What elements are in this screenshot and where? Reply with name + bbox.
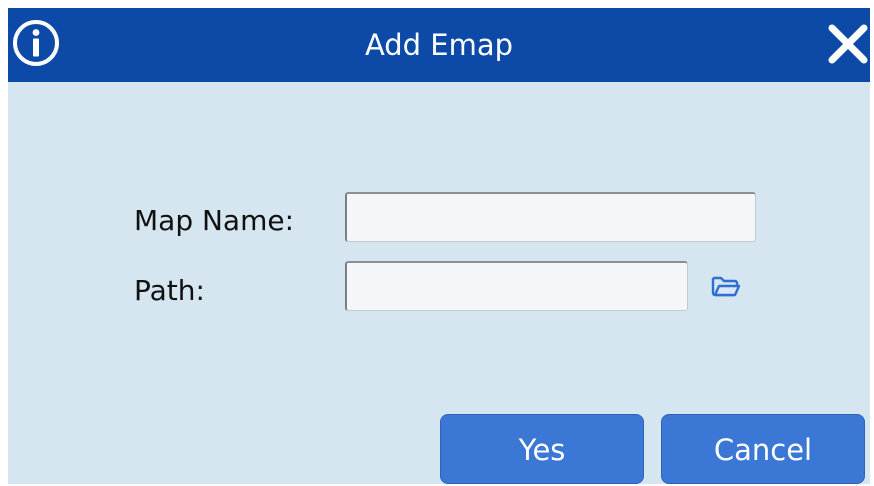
path-input[interactable]: [345, 261, 688, 311]
dialog-title: Add Emap: [364, 28, 514, 62]
add-emap-dialog: Add Emap Map Name: Path: Yes Cancel: [8, 8, 870, 484]
map-name-input[interactable]: [345, 192, 756, 242]
path-label: Path:: [134, 274, 205, 307]
dialog-titlebar: Add Emap: [8, 8, 870, 82]
map-name-label: Map Name:: [134, 204, 295, 237]
close-icon[interactable]: [826, 22, 870, 66]
yes-button[interactable]: Yes: [440, 414, 644, 484]
cancel-button[interactable]: Cancel: [661, 414, 865, 484]
folder-open-icon[interactable]: [704, 265, 744, 305]
